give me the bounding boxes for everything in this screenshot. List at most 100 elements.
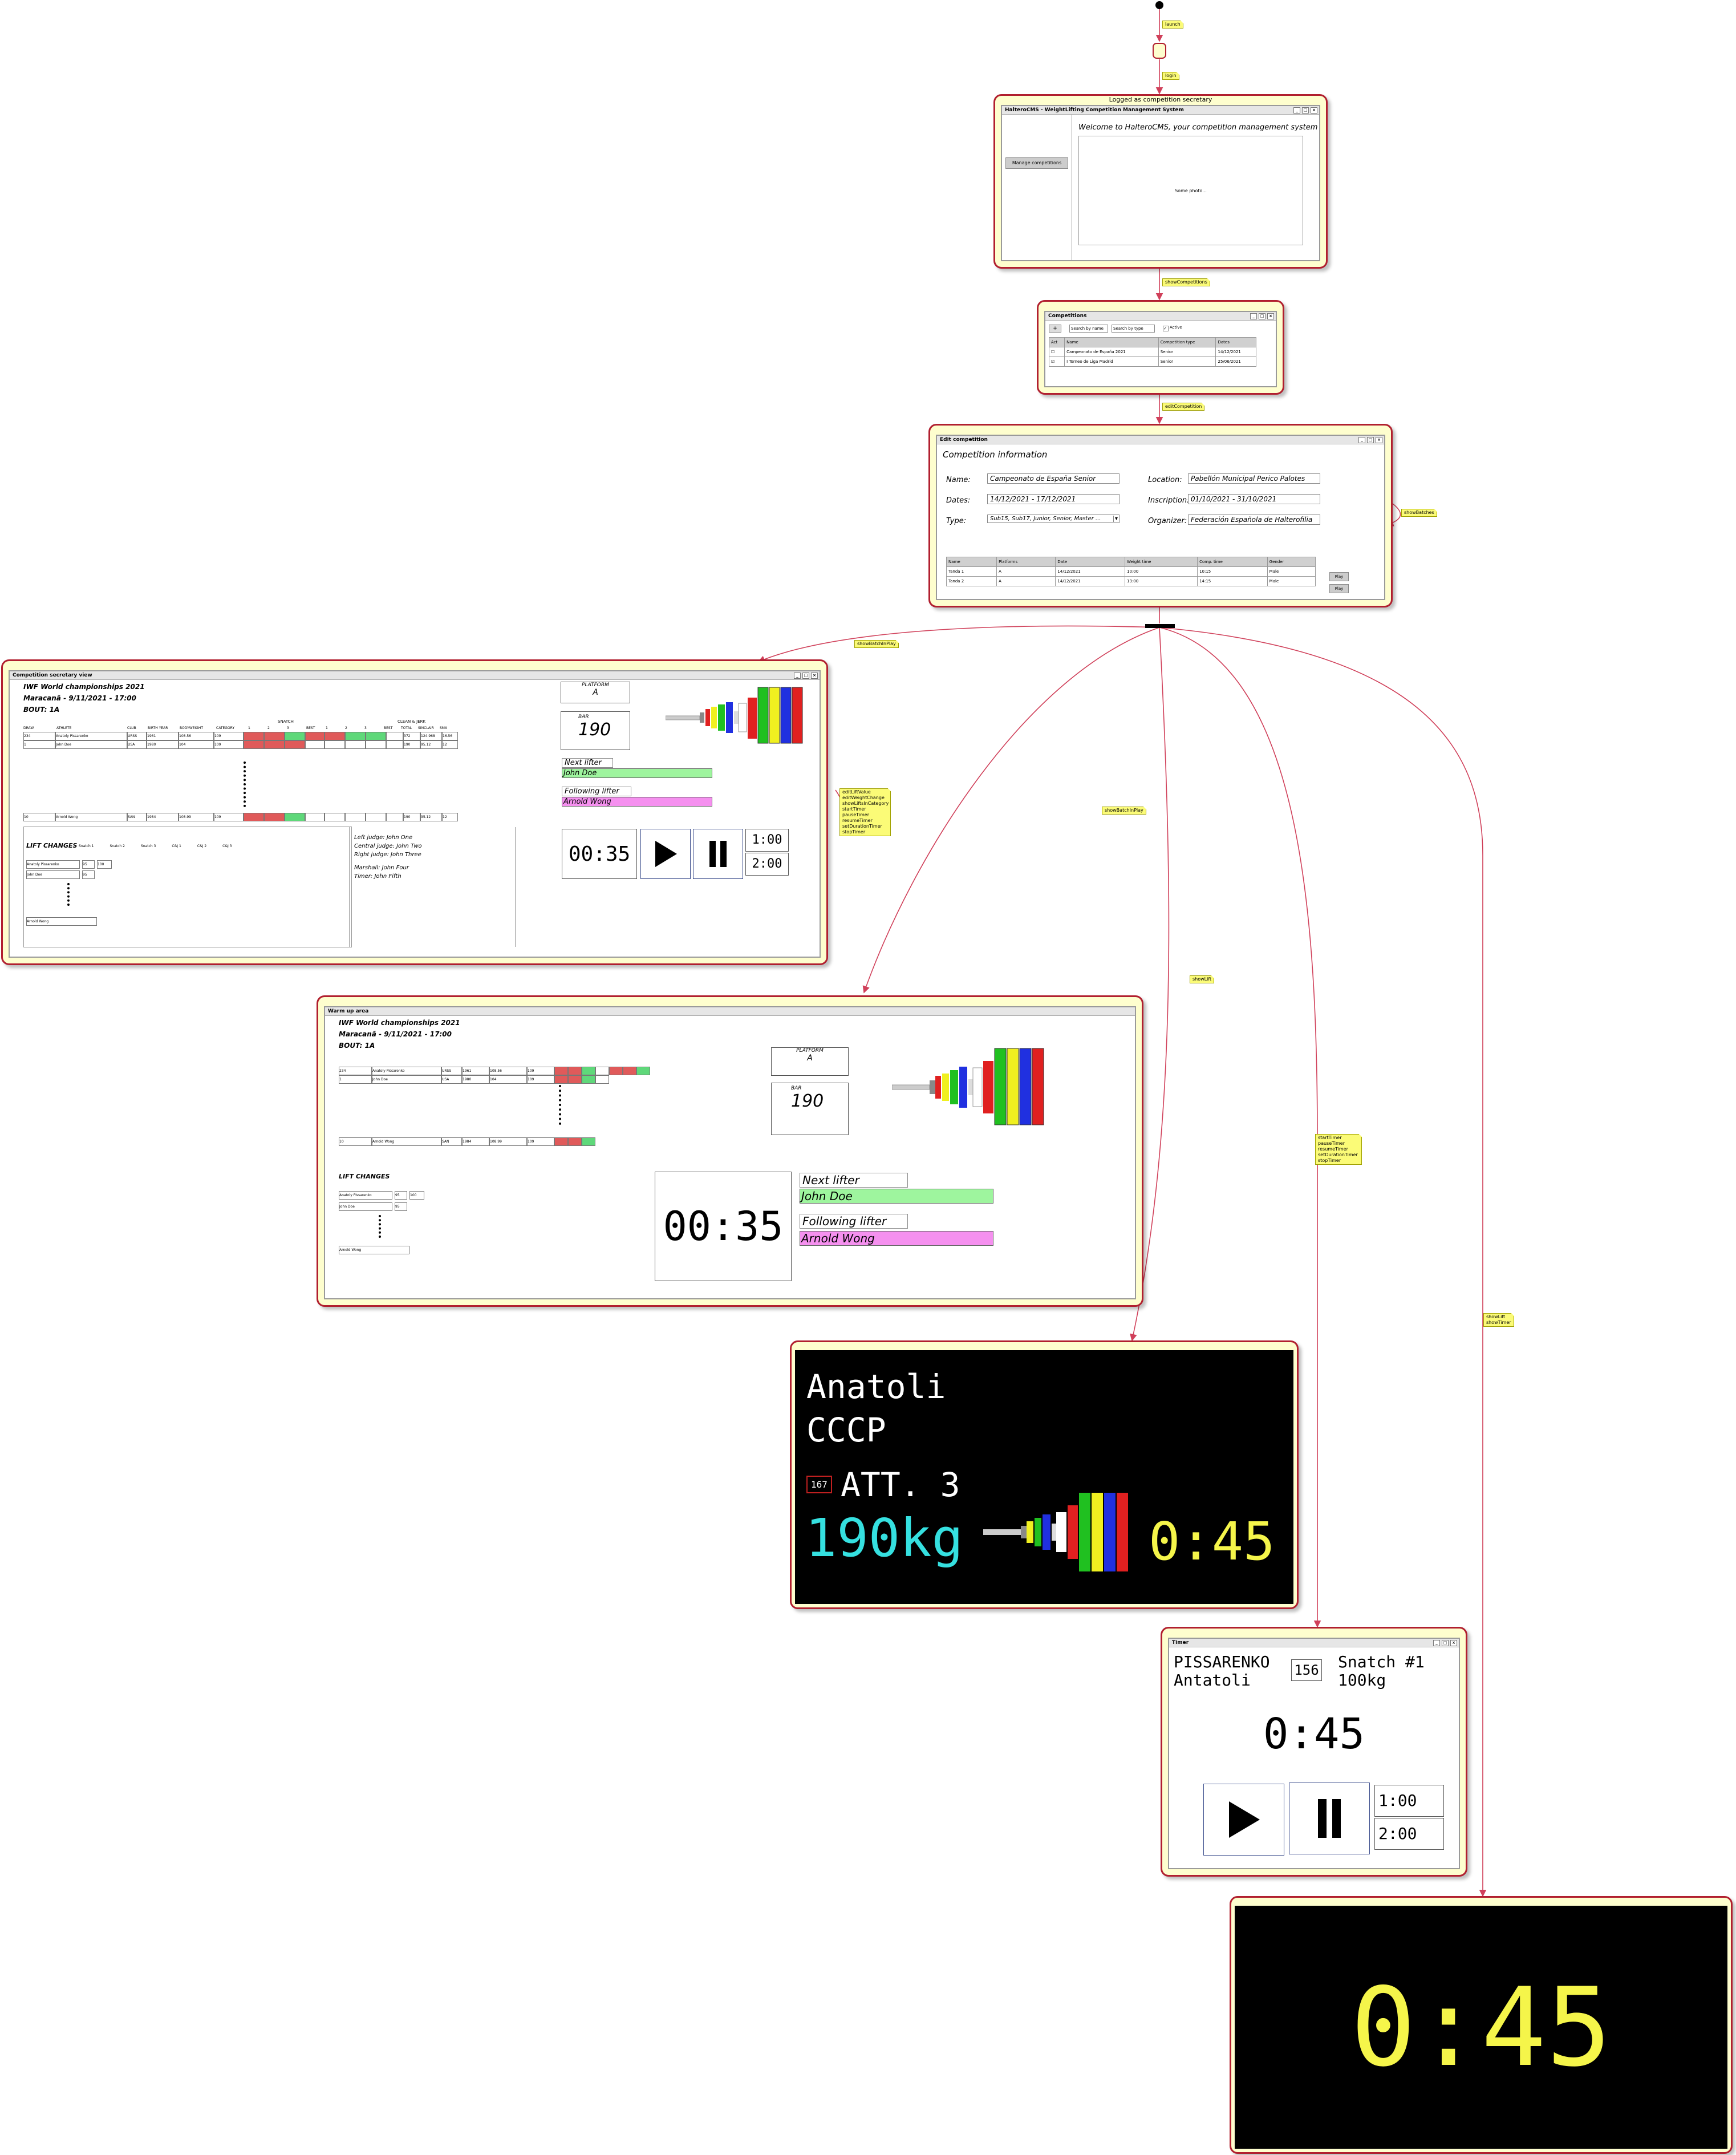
maximize-icon[interactable]: □ [802,673,809,679]
close-icon[interactable]: × [1376,437,1382,443]
inscription-label: Inscription: [1148,496,1190,505]
secretary-timer-display: 00:35 [562,829,637,879]
name-label: Name: [946,476,971,484]
cell: Arnold Wong [55,813,127,821]
cell: USA [127,740,147,749]
column-header: 3 [364,726,367,730]
results-rows-last: 10 Arnold Wong SAN 1984 108.99 109 190 9… [23,813,458,821]
table-row[interactable]: Tanda 1 A 14/12/2021 10:00 10:15 Male [946,566,1316,577]
table-row[interactable]: ☐ Campeonato de España 2021 Senior 14/12/20… [1048,347,1256,357]
cell: Senior [1158,347,1216,357]
minimize-icon[interactable]: _ [794,673,801,679]
table-row[interactable]: 1 John Doe USA 1980 104 109 [339,1075,650,1084]
column-header: Gender [1267,557,1316,567]
cell: 124.968 [420,732,442,740]
lift-change-row[interactable]: Anatoly Pissarenko 95 100 [26,860,112,869]
table-row[interactable]: Tanda 2 A 14/12/2021 13:00 14:15 Male [946,576,1316,586]
event-item: resumeTimer [1318,1147,1348,1152]
lift-change-row[interactable]: John Doe 95 [339,1202,407,1211]
table-row[interactable]: 1 John Doe USA 1980 104 109 190 95.12 12 [23,740,458,749]
dates-label: Dates: [946,496,971,505]
table-header: Act Name Competition type Dates [1048,337,1256,347]
duration-1min-button[interactable]: 1:00 [1374,1785,1444,1817]
bar-value: 190 [578,720,611,740]
lift-change-row[interactable]: John Doe 95 [26,870,95,879]
duration-1min-button[interactable]: 1:00 [745,829,789,852]
type-select[interactable]: Sub15, Sub17, Junior, Senior, Master ...… [987,515,1120,523]
official-left-judge: Left judge: John One [354,835,413,841]
warmup-state: Warm up area IWF World championships 202… [317,995,1143,1307]
minimize-icon[interactable]: _ [1433,1640,1440,1646]
lift-change-row[interactable]: Arnold Wong [26,917,97,926]
minimize-icon[interactable]: _ [1250,313,1257,319]
lift-changes-panel: LIFT CHANGES Anatoly Pissarenko 95 100 Joh… [339,1170,658,1285]
table-row[interactable]: 234 Anatoly Pissarenko URSS 1961 108.56 109 [339,1067,650,1075]
pause-timer-button[interactable] [1289,1783,1370,1854]
cell: 25/06/2021 [1215,357,1256,367]
location-field[interactable]: Pabellón Municipal Perico Palotes [1188,473,1320,484]
dates-field[interactable]: 14/12/2021 - 17/12/2021 [987,494,1120,504]
cell: A [996,566,1056,577]
pause-timer-button[interactable] [693,829,743,879]
start-timer-button[interactable] [1203,1784,1284,1856]
column-header: Date [1055,557,1126,567]
close-icon[interactable]: × [1267,313,1274,319]
play-batch-button[interactable]: Play [1329,572,1349,581]
bout-label: BOUT: 1A [339,1042,375,1050]
search-name-input[interactable]: Search by name [1069,325,1108,333]
column-header: DRAW [23,726,34,730]
inscription-field[interactable]: 01/10/2021 - 31/10/2021 [1188,494,1320,504]
manage-competitions-button[interactable]: Manage competitions [1005,157,1068,169]
barbell-icon [983,1493,1128,1571]
table-row[interactable]: 234 Anatoly Pissarenko URSS 1961 108.56 … [23,732,458,740]
column-header: Snatch 2 [109,844,125,848]
row-checkbox[interactable]: ☑ [1048,357,1065,367]
duration-2min-button[interactable]: 2:00 [1374,1818,1444,1850]
table-row[interactable]: 10 Arnold Wong SAN 1984 108.99 109 190 9… [23,813,458,821]
duration-2min-button[interactable]: 2:00 [745,853,789,876]
snatch-group-label: SNATCH [278,719,294,724]
cell: 109 [214,732,244,740]
maximize-icon[interactable]: □ [1367,437,1374,443]
chevron-down-icon[interactable]: ▾ [1113,516,1118,522]
close-icon[interactable]: × [1450,1640,1457,1646]
athlete-first-name: Antatoli [1174,1671,1251,1690]
column-header: TOTAL [401,726,412,730]
organizer-field[interactable]: Federación Española de Halterofilia [1188,515,1320,525]
maximize-icon[interactable]: □ [1442,1640,1449,1646]
column-header: 3 [287,726,289,730]
note-show-lift: showLift [1190,975,1215,983]
column-header: BEST [384,726,393,730]
lift-changes-cols: Snatch 1 Snatch 2 Snatch 3 C&J 1 C&J 2 C&J 3 [79,844,232,848]
close-icon[interactable]: × [1311,107,1317,114]
start-timer-button[interactable] [640,829,691,879]
lift-change-row[interactable]: Anatoly Pissarenko 95 100 [339,1191,424,1200]
active-filter-checkbox[interactable]: ✓ [1163,326,1169,331]
name-field[interactable]: Campeonato de España Senior [987,473,1120,484]
cell: 10 [23,813,55,821]
cell: 372 [403,732,420,740]
platform-box: PLATFORM A [561,682,630,703]
column-header: 1 [248,726,250,730]
event-item: setDurationTimer [842,824,882,829]
maximize-icon[interactable]: □ [1302,107,1309,114]
play-batch-button[interactable]: Play [1329,584,1349,593]
lift-change-row[interactable]: Arnold Wong [339,1246,409,1254]
cj-group-label: CLEAN & JERK [398,719,426,724]
search-type-input[interactable]: Search by type [1112,325,1155,333]
window-title: Edit competition _ □ × [937,436,1384,444]
next-lifter-label: Next lifter [800,1173,908,1188]
add-competition-button[interactable]: + [1049,325,1061,333]
ellipsis-dots [244,761,248,807]
column-header: C&J 3 [222,844,232,848]
event-item: resumeTimer [842,818,873,823]
row-checkbox[interactable]: ☐ [1048,347,1065,357]
maximize-icon[interactable]: □ [1259,313,1266,319]
table-row[interactable]: ☑ I Torneo de Liga Madrid Senior 25/06/2021 [1048,357,1256,367]
event-item: pauseTimer [842,812,870,817]
minimize-icon[interactable]: _ [1358,437,1365,443]
minimize-icon[interactable]: _ [1293,107,1300,114]
close-icon[interactable]: × [811,673,818,679]
column-header: C&J 2 [197,844,207,848]
column-header: Competition type [1158,337,1216,347]
